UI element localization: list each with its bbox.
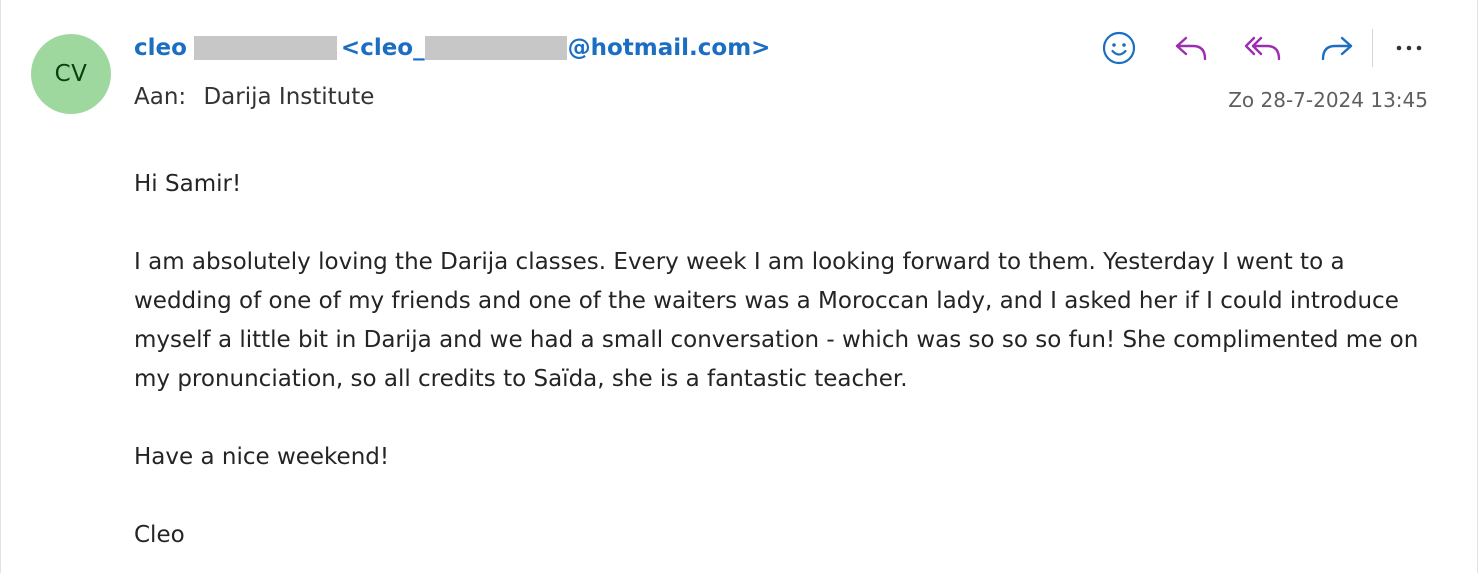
actions-divider xyxy=(1372,29,1373,67)
emoji-icon xyxy=(1102,31,1136,65)
forward-button[interactable] xyxy=(1315,28,1359,68)
message-card: CV cleo <cleo_ @hotmail.com> Aan: Darija… xyxy=(0,0,1478,573)
sender-email-prefix[interactable]: <cleo_ xyxy=(341,35,425,61)
sender-line[interactable]: cleo <cleo_ @hotmail.com> xyxy=(134,31,770,65)
recipient-name[interactable]: Darija Institute xyxy=(203,84,374,110)
sender-name[interactable]: cleo xyxy=(134,35,187,61)
reply-button[interactable] xyxy=(1169,28,1213,68)
message-date: Zo 28-7-2024 13:45 xyxy=(1228,88,1428,112)
more-button[interactable] xyxy=(1387,28,1431,68)
closing: Have a nice weekend! xyxy=(134,444,390,470)
body-paragraph: I am absolutely loving the Darija classe… xyxy=(134,249,1419,392)
avatar[interactable]: CV xyxy=(31,34,111,114)
redacted-email-part xyxy=(424,36,567,60)
recipient-line: Aan: Darija Institute xyxy=(134,84,374,110)
recipient-label: Aan: xyxy=(134,84,187,110)
forward-icon xyxy=(1321,36,1353,61)
reply-all-button[interactable] xyxy=(1241,28,1285,68)
avatar-initials: CV xyxy=(54,61,88,87)
redacted-surname xyxy=(193,36,337,60)
more-icon xyxy=(1396,45,1422,51)
greeting: Hi Samir! xyxy=(134,171,242,197)
message-body: Hi Samir! I am absolutely loving the Dar… xyxy=(134,165,1434,555)
signature: Cleo xyxy=(134,522,185,548)
emoji-button[interactable] xyxy=(1097,28,1141,68)
reply-icon xyxy=(1175,36,1207,61)
sender-email-suffix[interactable]: @hotmail.com> xyxy=(568,35,771,61)
reply-all-icon xyxy=(1244,36,1281,61)
